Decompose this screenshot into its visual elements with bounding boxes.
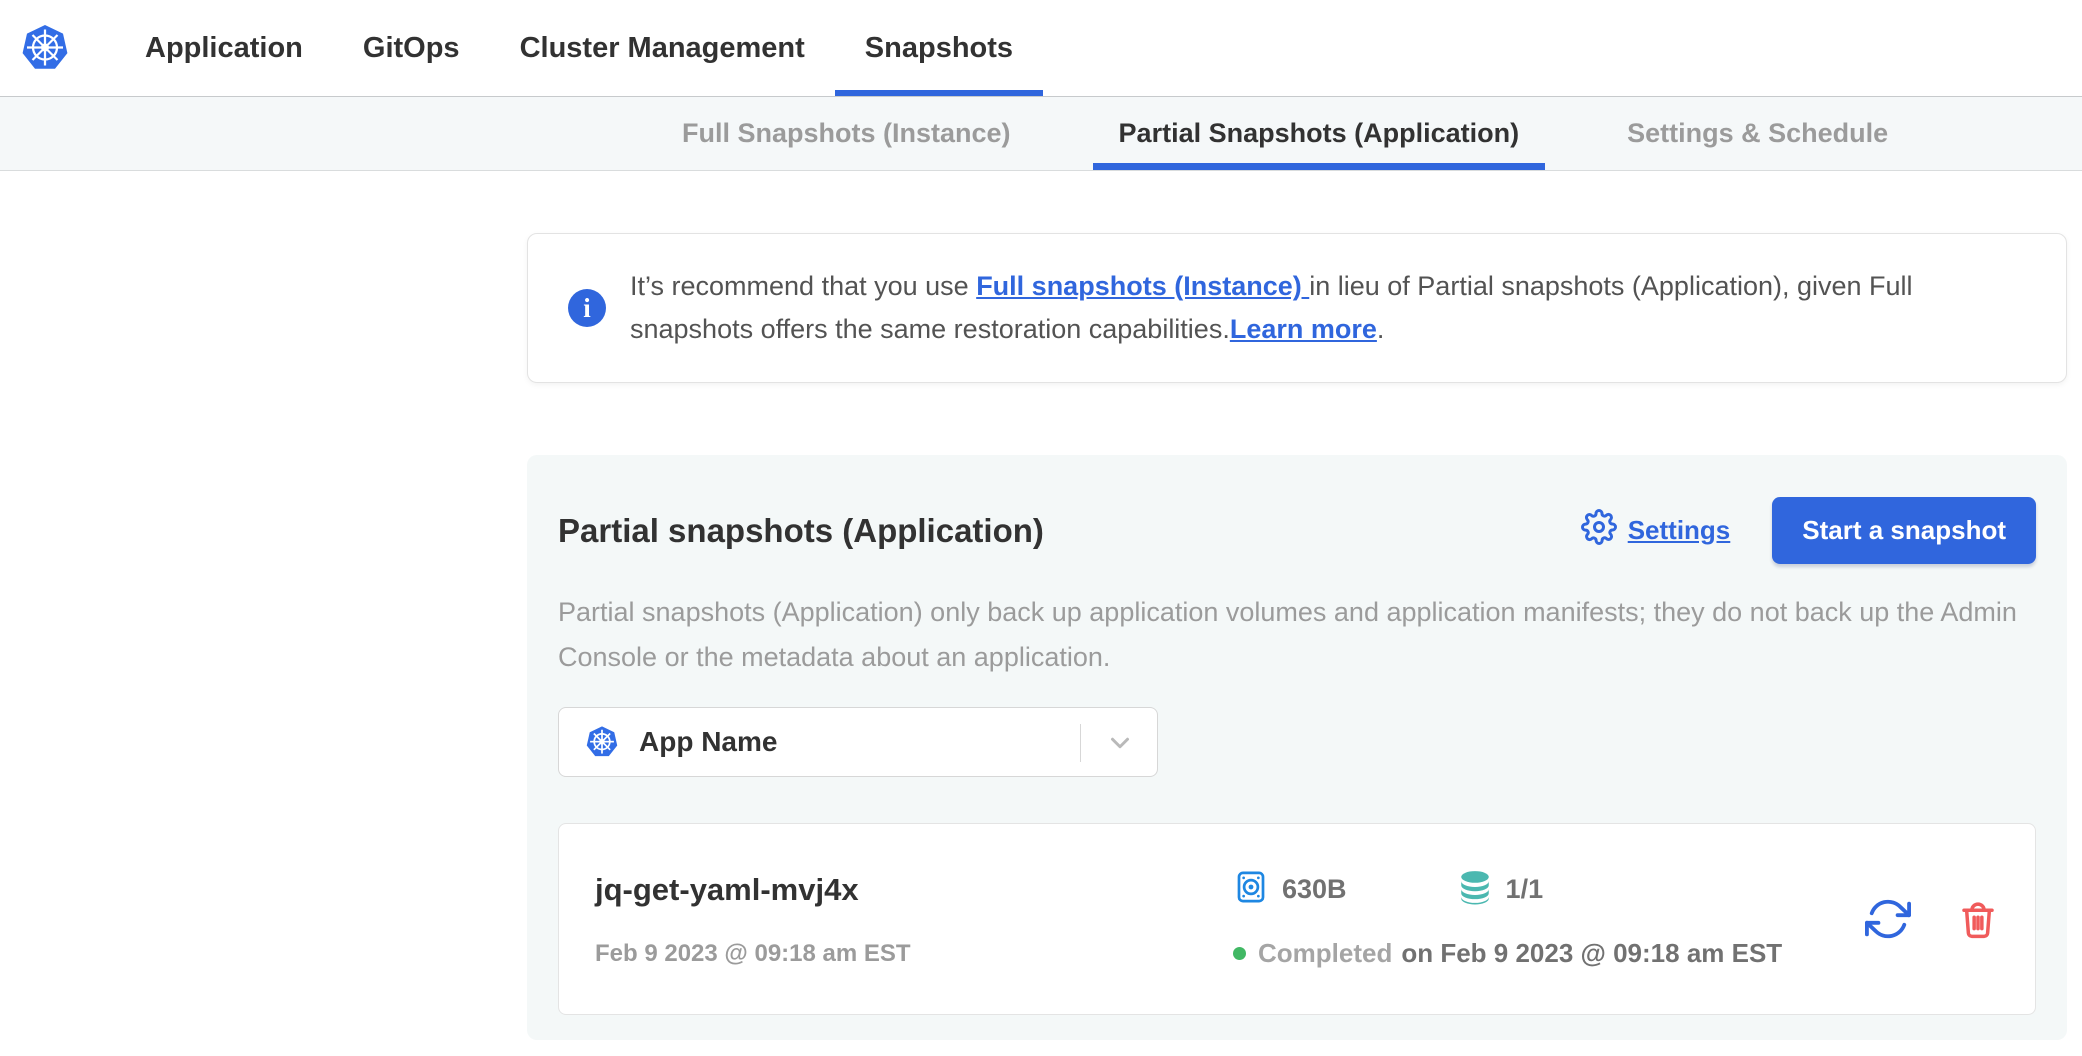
database-icon <box>1457 869 1493 910</box>
banner-text-after: . <box>1377 314 1385 344</box>
disk-icon <box>1233 869 1269 910</box>
page-title: Partial snapshots (Application) <box>558 512 1581 550</box>
tab-full-snapshots[interactable]: Full Snapshots (Instance) <box>656 97 1037 170</box>
settings-label: Settings <box>1628 515 1731 546</box>
status-dot-icon <box>1233 947 1246 960</box>
topnav-items: Application GitOps Cluster Management Sn… <box>115 0 1043 96</box>
kubernetes-logo <box>20 23 70 73</box>
banner-text: It’s recommend that you use Full snapsho… <box>630 265 2026 351</box>
full-snapshots-link[interactable]: Full snapshots (Instance) <box>976 271 1309 301</box>
delete-snapshot-button[interactable] <box>1957 898 1999 940</box>
restore-icon <box>1865 930 1911 945</box>
kubernetes-icon <box>585 725 619 759</box>
learn-more-link[interactable]: Learn more <box>1230 314 1377 344</box>
app-name-selected-value: App Name <box>639 726 777 758</box>
snapshots-tabbar: Full Snapshots (Instance) Partial Snapsh… <box>0 96 2082 171</box>
partial-snapshots-panel: Partial snapshots (Application) Settings… <box>527 455 2067 1040</box>
trash-icon <box>1957 928 1999 943</box>
snapshot-info: jq-get-yaml-mvj4x Feb 9 2023 @ 09:18 am … <box>595 870 1233 968</box>
panel-description: Partial snapshots (Application) only bac… <box>558 590 2028 680</box>
main-content: i It’s recommend that you use Full snaps… <box>0 233 2082 1040</box>
snapshot-row: jq-get-yaml-mvj4x Feb 9 2023 @ 09:18 am … <box>558 823 2036 1015</box>
snapshot-size-value: 630B <box>1282 874 1347 905</box>
snapshot-stats: 630B <box>1233 870 1845 910</box>
topnav-item-cluster-management[interactable]: Cluster Management <box>490 0 835 96</box>
topnav-item-application[interactable]: Application <box>115 0 333 96</box>
status-detail: on Feb 9 2023 @ 09:18 am EST <box>1401 938 1782 969</box>
top-navigation: Application GitOps Cluster Management Sn… <box>0 0 2082 96</box>
snapshot-created-date: Feb 9 2023 @ 09:18 am EST <box>595 940 1233 968</box>
snapshot-name: jq-get-yaml-mvj4x <box>595 870 1233 910</box>
start-snapshot-button[interactable]: Start a snapshot <box>1772 497 2036 564</box>
snapshot-volumes: 1/1 <box>1457 869 1544 910</box>
gear-icon <box>1581 509 1617 552</box>
restore-snapshot-button[interactable] <box>1865 896 1911 942</box>
topnav-item-gitops[interactable]: GitOps <box>333 0 490 96</box>
snapshot-volumes-value: 1/1 <box>1506 874 1544 905</box>
tab-settings-schedule[interactable]: Settings & Schedule <box>1601 97 1914 170</box>
chevron-down-icon <box>1105 728 1135 763</box>
snapshot-size: 630B <box>1233 869 1347 910</box>
selector-divider <box>1080 724 1081 762</box>
topnav-item-snapshots[interactable]: Snapshots <box>835 0 1043 96</box>
snapshot-details: 630B <box>1233 870 1845 969</box>
info-icon: i <box>568 289 606 327</box>
snapshot-status: Completed on Feb 9 2023 @ 09:18 am EST <box>1233 938 1845 969</box>
info-banner: i It’s recommend that you use Full snaps… <box>527 233 2067 383</box>
panel-header: Partial snapshots (Application) Settings… <box>558 497 2036 564</box>
tab-partial-snapshots[interactable]: Partial Snapshots (Application) <box>1093 97 1546 170</box>
app-name-select[interactable]: App Name <box>558 707 1158 777</box>
settings-link[interactable]: Settings <box>1581 509 1731 552</box>
banner-text-before: It’s recommend that you use <box>630 271 976 301</box>
snapshot-actions <box>1865 896 1999 942</box>
status-label: Completed <box>1258 938 1392 969</box>
